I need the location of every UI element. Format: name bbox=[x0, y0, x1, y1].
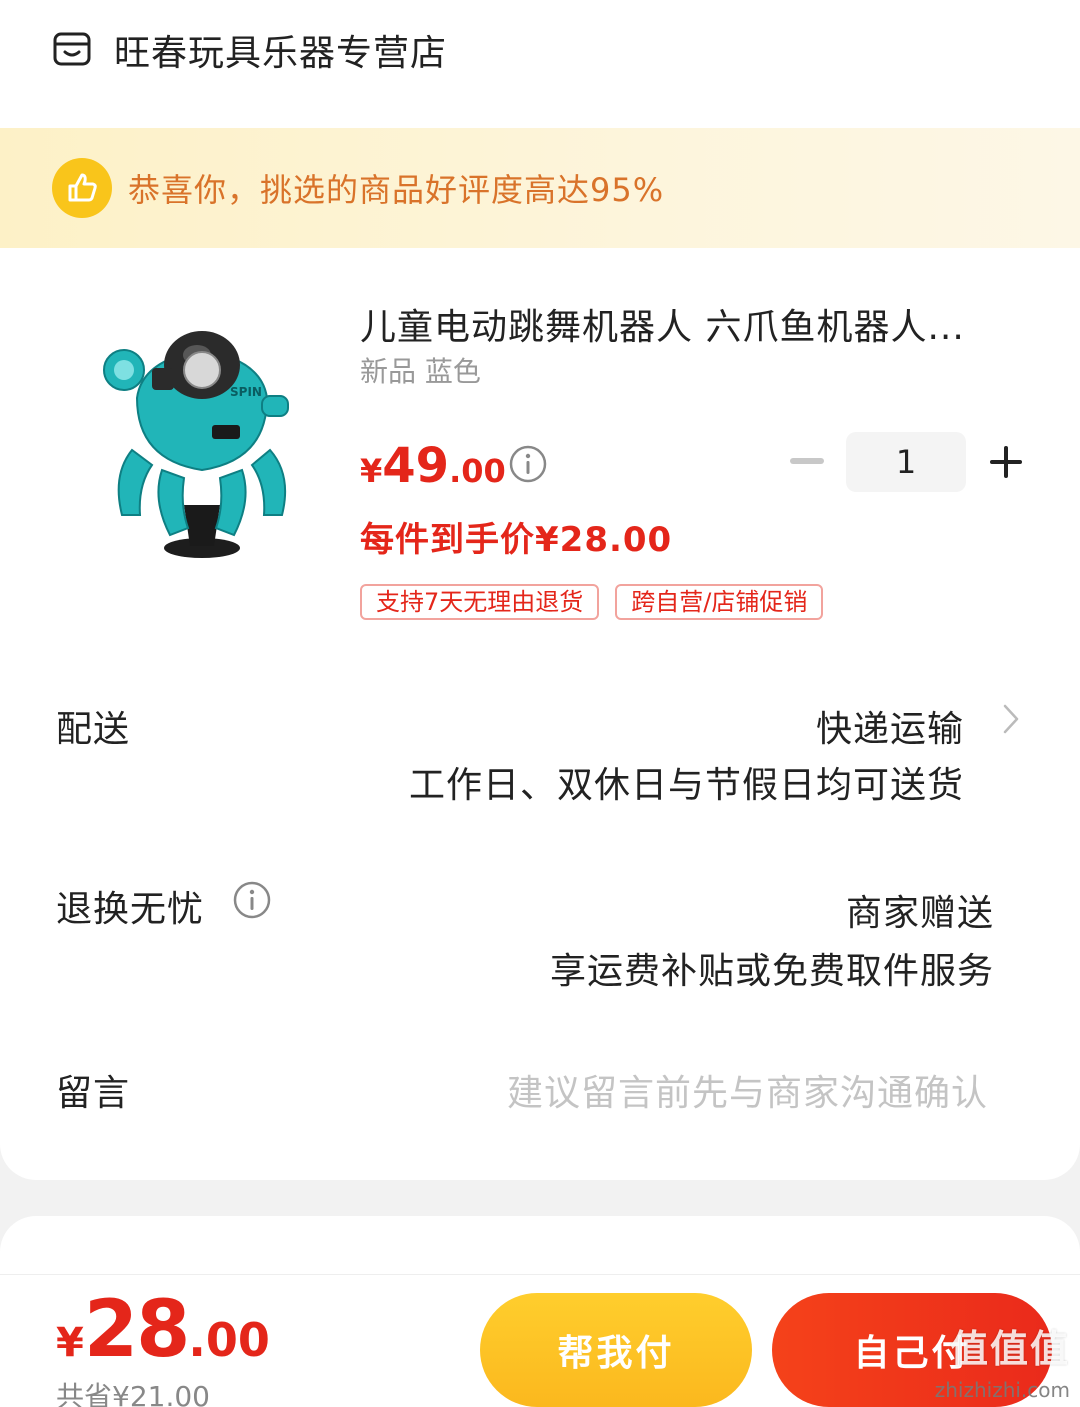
quantity-input[interactable]: 1 bbox=[846, 432, 966, 492]
price-info-icon[interactable] bbox=[508, 444, 548, 484]
return-policy-tag: 支持7天无理由退货 bbox=[360, 584, 600, 620]
store-name: 旺春玩具乐器专营店 bbox=[114, 33, 448, 74]
price-integer: 49 bbox=[382, 438, 450, 494]
product-title[interactable]: 儿童电动跳舞机器人 六爪鱼机器人... bbox=[360, 298, 1000, 350]
store-icon bbox=[53, 32, 91, 66]
returns-label: 退换无忧 bbox=[56, 889, 205, 930]
quantity-increase-button[interactable] bbox=[988, 444, 1024, 480]
returns-info-icon[interactable] bbox=[232, 880, 272, 920]
chevron-right-icon[interactable] bbox=[1000, 702, 1022, 736]
delivery-label: 配送 bbox=[56, 709, 131, 750]
help-pay-button[interactable]: 帮我付 bbox=[480, 1293, 752, 1407]
promotion-tag: 跨自营/店铺促销 bbox=[615, 584, 824, 620]
checkout-bar: ¥ 28 .00 共省¥21.00 帮我付 自己付 bbox=[0, 1274, 1080, 1407]
praise-text: 恭喜你，挑选的商品好评度高达95% bbox=[128, 171, 665, 209]
total-decimal: .00 bbox=[188, 1313, 270, 1367]
price-decimal: .00 bbox=[449, 452, 506, 490]
product-sku[interactable]: 新品 蓝色 bbox=[360, 350, 481, 390]
praise-banner: 恭喜你，挑选的商品好评度高达95% bbox=[0, 128, 1080, 248]
remark-input[interactable]: 建议留言前先与商家沟通确认 bbox=[507, 1064, 988, 1116]
total-symbol: ¥ bbox=[56, 1320, 84, 1366]
promo-tags: 支持7天无理由退货 跨自营/店铺促销 bbox=[360, 584, 839, 620]
order-card: 旺春玩具乐器专营店 恭喜你，挑选的商品好评度高达95% SPIN 儿童电动跳舞机… bbox=[0, 0, 1080, 1180]
total-integer: 28 bbox=[83, 1285, 191, 1375]
returns-note: 享运费补贴或免费取件服务 bbox=[549, 951, 994, 992]
net-price: 每件到手价¥28.00 bbox=[360, 520, 673, 560]
delivery-method[interactable]: 快递运输 bbox=[816, 700, 964, 752]
remark-label: 留言 bbox=[56, 1073, 131, 1114]
svg-text:SPIN: SPIN bbox=[230, 385, 262, 399]
store-header[interactable]: 旺春玩具乐器专营店 bbox=[52, 22, 447, 78]
thumbs-up-icon bbox=[52, 158, 112, 218]
returns-value: 商家赠送 bbox=[845, 893, 994, 934]
watermark-url: zhizhizhi.com bbox=[934, 1378, 1070, 1402]
quantity-decrease-button[interactable] bbox=[790, 458, 824, 464]
product-price: ¥ 49 .00 bbox=[360, 438, 506, 494]
product-image[interactable]: SPIN bbox=[92, 300, 312, 570]
saved-amount: 共省¥21.00 bbox=[56, 1380, 210, 1407]
total-price: ¥ 28 .00 bbox=[56, 1285, 270, 1375]
watermark-logo: 值值值 bbox=[949, 1327, 1070, 1371]
price-symbol: ¥ bbox=[360, 452, 383, 490]
delivery-note: 工作日、双休日与节假日均可送货 bbox=[408, 765, 964, 806]
